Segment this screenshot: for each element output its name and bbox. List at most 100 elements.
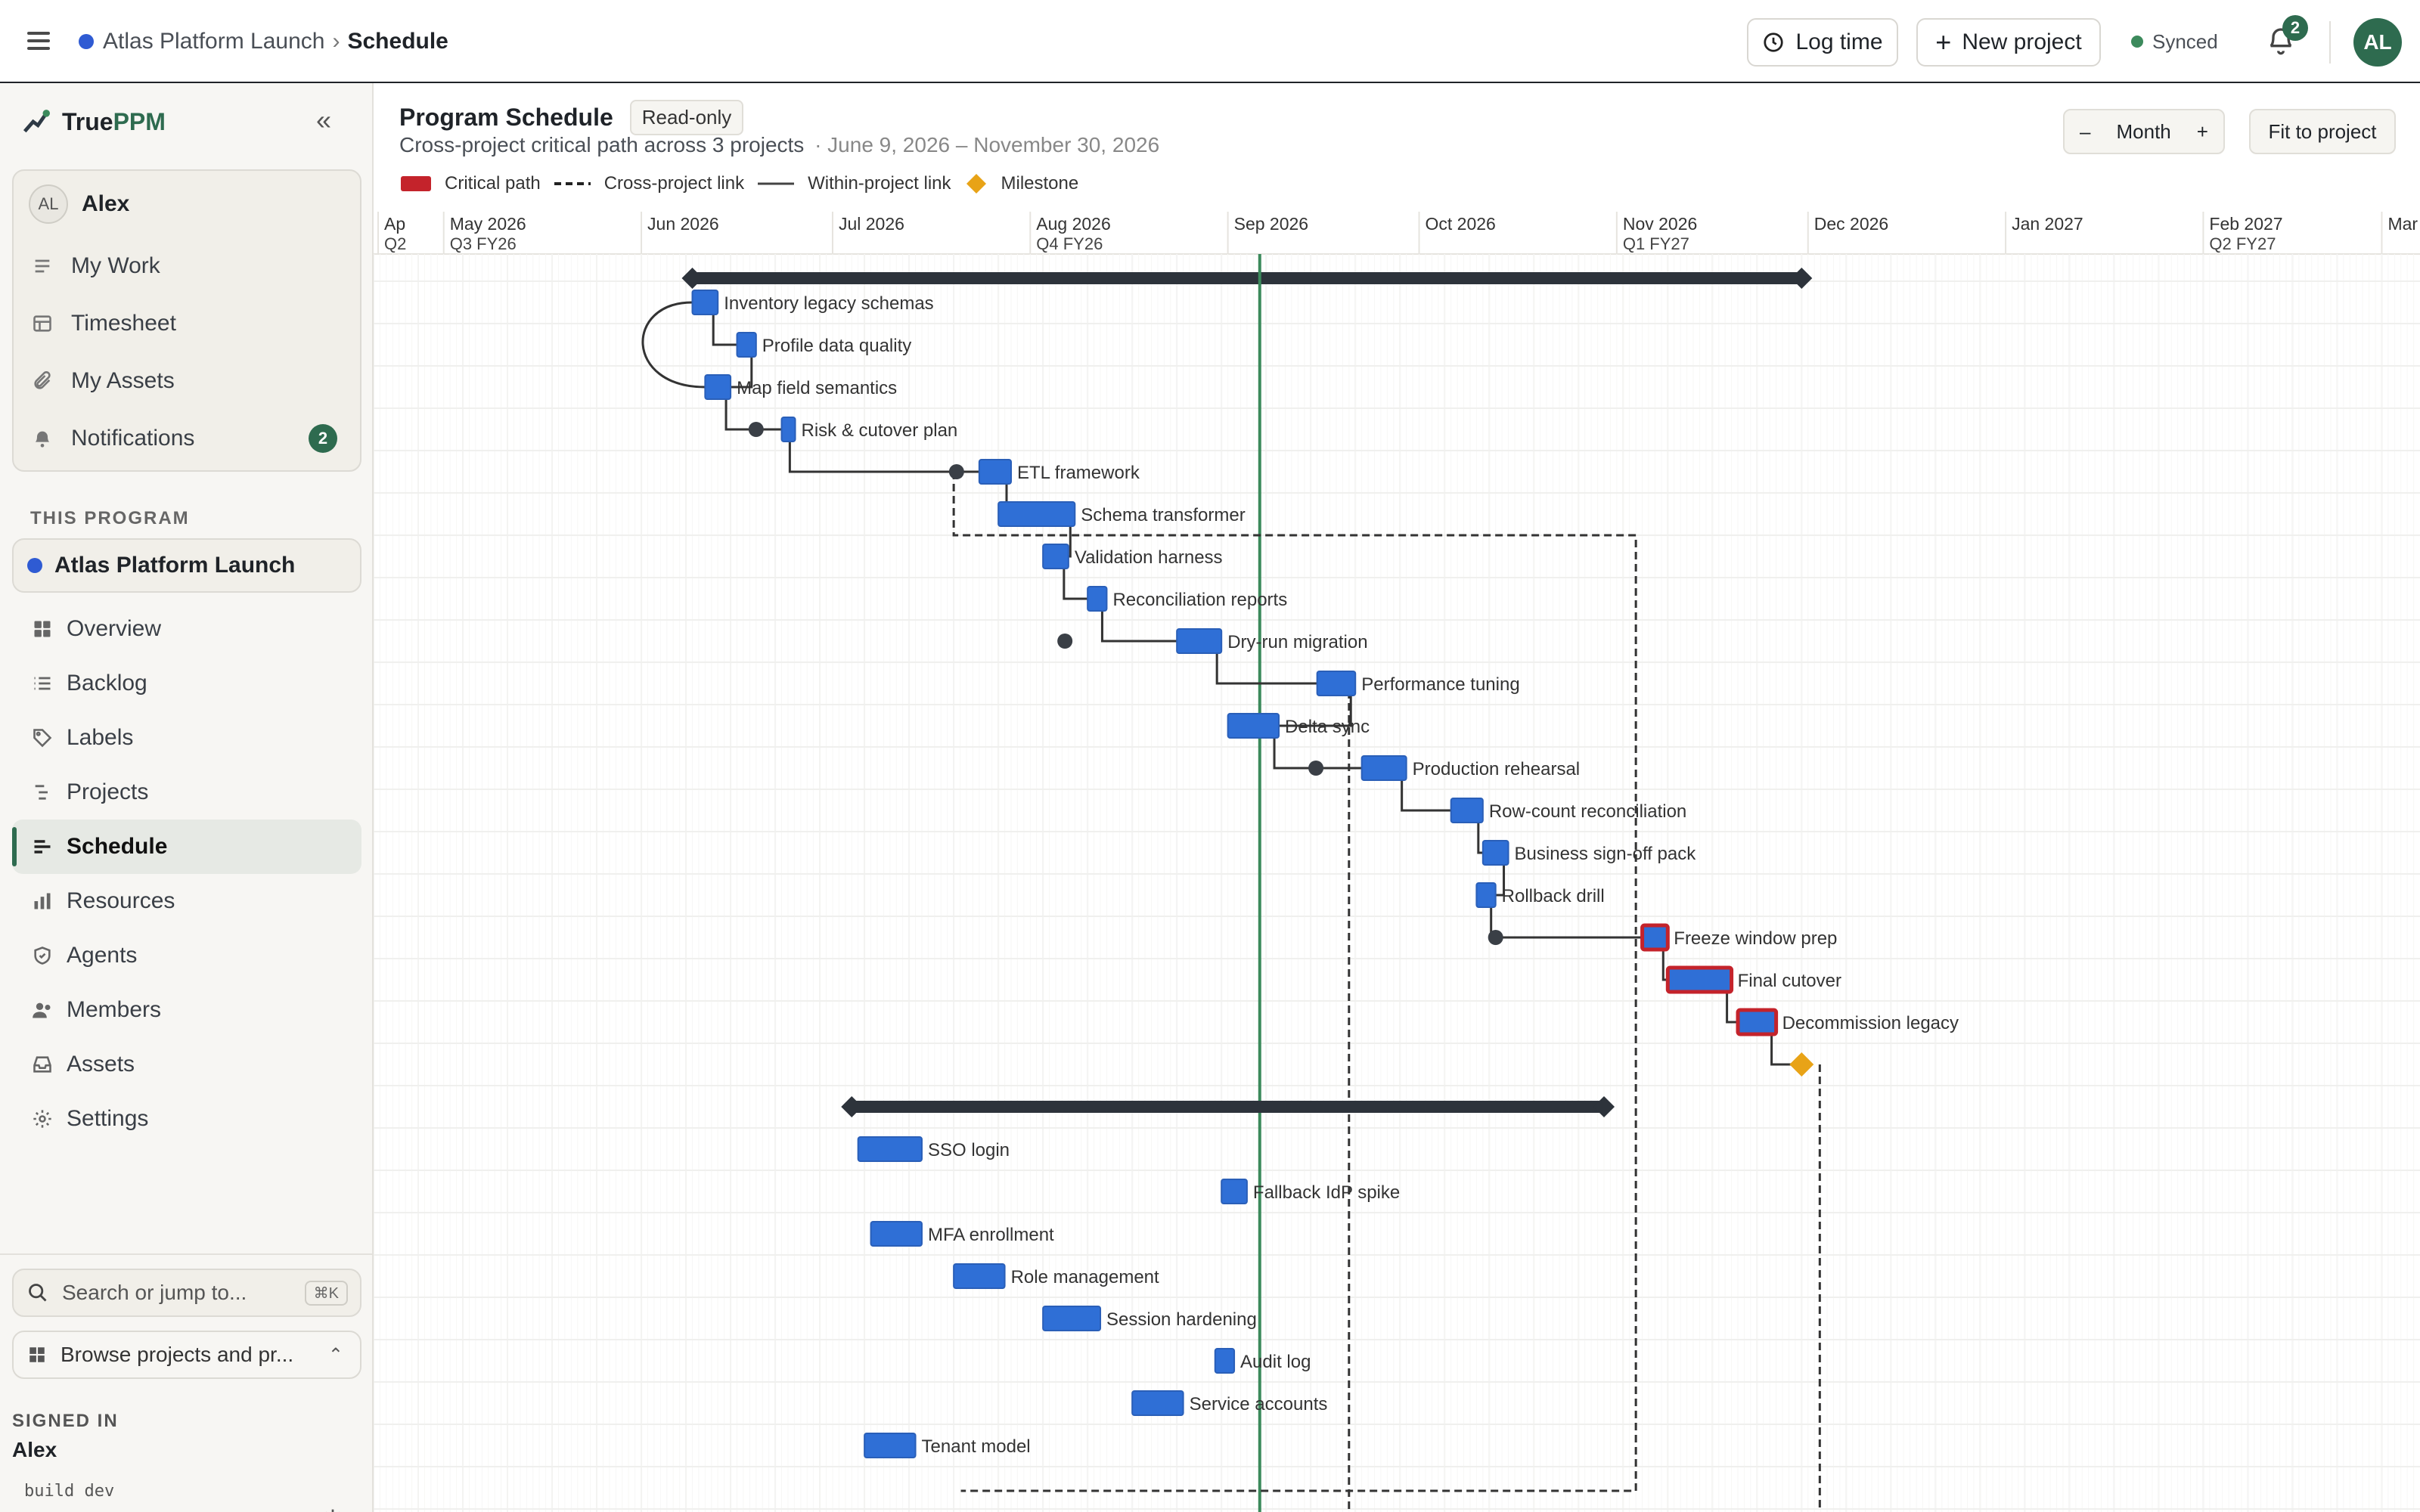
nav-assets[interactable]: Assets: [12, 1037, 361, 1092]
user-name: Alex: [82, 191, 130, 216]
month-label: Sep 2026: [1234, 214, 1308, 234]
nav-projects-label: Projects: [67, 779, 149, 804]
task-bar: [953, 1263, 1006, 1289]
project-summary-end-diamond: [1593, 1096, 1615, 1117]
nav-my-work[interactable]: My Work: [32, 245, 160, 287]
fit-to-project-button[interactable]: Fit to project: [2249, 109, 2396, 154]
task-bar: [736, 332, 757, 358]
task-bar: [1087, 586, 1108, 612]
theme-sun-icon[interactable]: [321, 1507, 345, 1512]
bell-small-icon: [35, 431, 50, 448]
within-project-link: [788, 438, 979, 473]
user-avatar[interactable]: AL: [2353, 18, 2402, 67]
gantt-chart[interactable]: Ap May 2026 Jun 2026 Jul 2026 Aug 2026 Sep 20…: [374, 212, 2420, 1512]
nav-projects[interactable]: Projects: [12, 765, 361, 820]
legend-critical-swatch: [401, 176, 431, 191]
users-icon: [30, 998, 54, 1022]
within-project-link: [1401, 777, 1451, 812]
within-project-link: [1490, 904, 1643, 939]
nav-resources-label: Resources: [67, 888, 175, 913]
task-bar: [1450, 798, 1484, 823]
section-heading: THIS PROGRAM: [30, 508, 190, 528]
nav-resources[interactable]: Resources: [12, 874, 361, 928]
month-label: Aug 2026: [1036, 214, 1110, 234]
nav-labels-label: Labels: [67, 725, 134, 750]
month-label: May 2026: [450, 214, 526, 234]
link-junction-dot: [1057, 634, 1073, 649]
sync-status: Synced: [2131, 29, 2218, 54]
month-label: Feb 2027: [2209, 214, 2282, 234]
schedule-panel: Program Schedule Read-only Cross-project…: [374, 83, 2420, 1512]
new-project-button[interactable]: + New project: [1916, 18, 2101, 67]
task-label: MFA enrollment: [928, 1225, 1054, 1245]
brand-name-true: True: [62, 107, 113, 135]
signed-in-user: Alex: [12, 1438, 57, 1461]
page-title: Program Schedule: [399, 104, 613, 131]
program-selector[interactable]: Atlas Platform Launch: [12, 538, 361, 593]
nav-backlog[interactable]: Backlog: [12, 656, 361, 711]
breadcrumb: Atlas Platform Launch › Schedule: [79, 26, 448, 57]
task-label: Schema transformer: [1081, 505, 1245, 525]
search-input[interactable]: Search or jump to... ⌘K: [12, 1269, 361, 1317]
task-label: Fallback IdP spike: [1253, 1182, 1400, 1203]
nav-timesheet[interactable]: Timesheet: [32, 302, 176, 345]
menu-icon[interactable]: [27, 27, 57, 57]
collapse-sidebar-icon[interactable]: «: [316, 104, 331, 136]
bar-chart-icon: [30, 889, 54, 913]
nav-agents[interactable]: Agents: [12, 928, 361, 983]
task-bar: [857, 1136, 923, 1162]
nav-backlog-label: Backlog: [67, 671, 147, 696]
task-label: Tenant model: [922, 1436, 1031, 1457]
within-project-link: [712, 311, 737, 346]
nav-overview[interactable]: Overview: [12, 602, 361, 656]
gantt-icon: [30, 835, 54, 859]
within-project-link: [1215, 650, 1317, 685]
task-label: Dry-run migration: [1227, 632, 1367, 652]
notifications-button[interactable]: 2: [2266, 15, 2308, 59]
within-project-link: [1063, 565, 1088, 600]
month-label: Nov 2026: [1623, 214, 1697, 234]
brand-name-ppm: PPM: [113, 107, 166, 135]
program-color-dot: [27, 558, 42, 573]
schedule-title-row: Program Schedule Read-only: [399, 100, 744, 135]
nav-labels[interactable]: Labels: [12, 711, 361, 765]
logo-icon: [23, 110, 50, 133]
browse-projects-button[interactable]: Browse projects and pr... ⌃: [12, 1331, 361, 1379]
nav-my-assets[interactable]: My Assets: [32, 360, 175, 402]
legend: Critical path Cross-project link Within-…: [401, 171, 1078, 197]
task-bar: [691, 290, 719, 315]
link-junction-dot: [748, 422, 764, 437]
subtitle-text: Cross-project critical path across 3 pro…: [399, 133, 805, 156]
zoom-out-button[interactable]: –: [2080, 120, 2090, 144]
nav-timesheet-label: Timesheet: [71, 311, 176, 336]
log-time-button[interactable]: Log time: [1747, 18, 1898, 67]
zoom-in-button[interactable]: +: [2197, 120, 2208, 144]
program-name: Atlas Platform Launch: [54, 553, 296, 578]
zoom-control: – Month +: [2063, 109, 2225, 154]
legend-cross-swatch: [554, 182, 591, 185]
task-label: Performance tuning: [1361, 674, 1519, 695]
month-label: Oct 2026: [1426, 214, 1496, 234]
legend-milestone-icon: [966, 174, 986, 194]
build-label: build dev: [24, 1482, 115, 1501]
inbox-icon: [30, 1052, 54, 1077]
task-label: Service accounts: [1190, 1394, 1328, 1414]
program-summary-bar: [692, 272, 1802, 284]
task-label: Row-count reconciliation: [1489, 801, 1686, 822]
month-label: Mar 202: [2387, 214, 2420, 234]
nav-schedule[interactable]: Schedule: [12, 820, 361, 874]
breadcrumb-project[interactable]: Atlas Platform Launch: [103, 29, 324, 54]
search-shortcut: ⌘K: [304, 1280, 348, 1306]
brand[interactable]: TruePPM: [21, 107, 166, 136]
user-row[interactable]: AL Alex: [29, 184, 129, 224]
task-bar: [1475, 882, 1497, 908]
nav-notifications[interactable]: Notifications 2: [32, 417, 345, 460]
task-label: Decommission legacy: [1782, 1013, 1959, 1033]
list-lines-icon: [35, 259, 50, 273]
task-label: Delta sync: [1285, 717, 1370, 737]
nav-members[interactable]: Members: [12, 983, 361, 1037]
nav-settings[interactable]: Settings: [12, 1092, 361, 1146]
task-label: Map field semantics: [737, 378, 897, 398]
gear-icon: [30, 1107, 54, 1131]
search-placeholder: Search or jump to...: [62, 1281, 247, 1304]
